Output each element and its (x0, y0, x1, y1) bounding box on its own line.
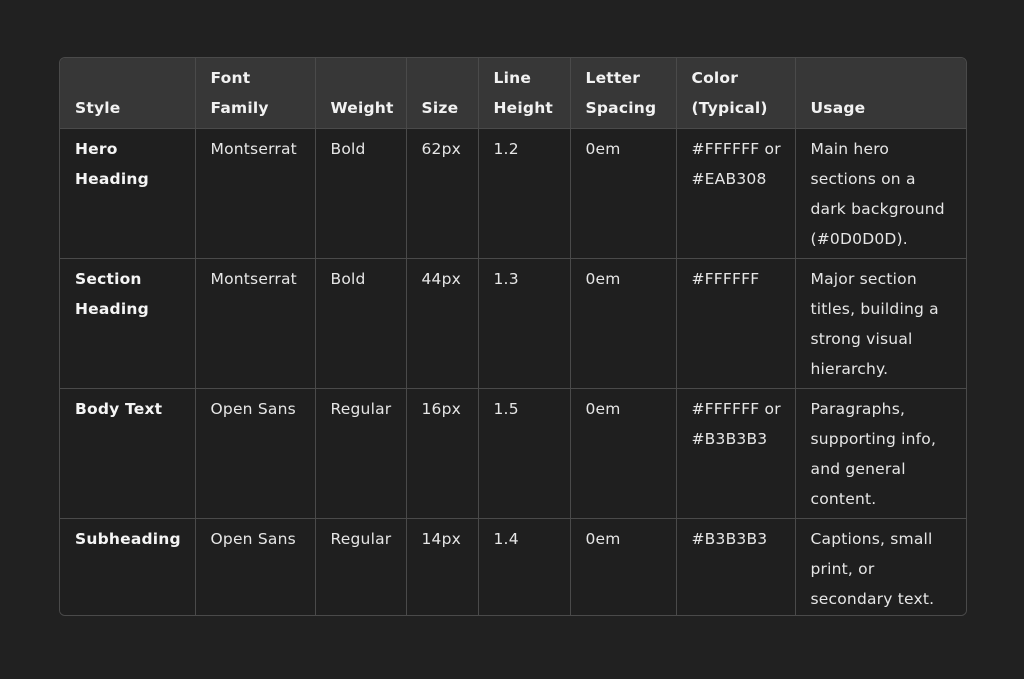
cell-font-family: Open Sans (195, 388, 316, 519)
table-row: Subheading Open Sans Regular 14px 1.4 0e… (60, 518, 966, 615)
table-row: Body Text Open Sans Regular 16px 1.5 0em… (60, 388, 966, 519)
cell-size: 62px (406, 128, 479, 259)
typography-table-container: Style Font Family Weight Size Line Heigh… (59, 57, 967, 616)
cell-line-height: 1.5 (478, 388, 571, 519)
cell-letter-spacing: 0em (570, 128, 677, 259)
cell-font-family: Montserrat (195, 128, 316, 259)
cell-size: 44px (406, 258, 479, 389)
cell-font-family: Montserrat (195, 258, 316, 389)
cell-style: Section Heading (60, 258, 196, 389)
column-header-letter-spacing: Letter Spacing (570, 58, 677, 129)
column-header-size: Size (406, 58, 479, 129)
cell-letter-spacing: 0em (570, 518, 677, 615)
cell-line-height: 1.2 (478, 128, 571, 259)
cell-style: Body Text (60, 388, 196, 519)
header-row: Style Font Family Weight Size Line Heigh… (60, 58, 966, 129)
cell-line-height: 1.4 (478, 518, 571, 615)
table-row: Hero Heading Montserrat Bold 62px 1.2 0e… (60, 128, 966, 259)
column-header-weight: Weight (315, 58, 407, 129)
column-header-style: Style (60, 58, 196, 129)
cell-size: 16px (406, 388, 479, 519)
cell-weight: Bold (315, 128, 407, 259)
cell-color: #B3B3B3 (676, 518, 796, 615)
cell-color: #FFFFFF or #B3B3B3 (676, 388, 796, 519)
column-header-color: Color (Typical) (676, 58, 796, 129)
column-header-line-height: Line Height (478, 58, 571, 129)
cell-color: #FFFFFF or #EAB308 (676, 128, 796, 259)
typography-table: Style Font Family Weight Size Line Heigh… (60, 58, 966, 615)
column-header-usage: Usage (795, 58, 966, 129)
cell-font-family: Open Sans (195, 518, 316, 615)
cell-usage: Major section titles, building a strong … (795, 258, 966, 389)
cell-letter-spacing: 0em (570, 388, 677, 519)
cell-weight: Bold (315, 258, 407, 389)
column-header-font-family: Font Family (195, 58, 316, 129)
cell-style: Hero Heading (60, 128, 196, 259)
cell-letter-spacing: 0em (570, 258, 677, 389)
cell-weight: Regular (315, 388, 407, 519)
table-header: Style Font Family Weight Size Line Heigh… (60, 58, 966, 129)
cell-size: 14px (406, 518, 479, 615)
cell-style: Subheading (60, 518, 196, 615)
cell-line-height: 1.3 (478, 258, 571, 389)
cell-weight: Regular (315, 518, 407, 615)
table-row: Section Heading Montserrat Bold 44px 1.3… (60, 258, 966, 389)
cell-usage: Paragraphs, supporting info, and general… (795, 388, 966, 519)
cell-usage: Captions, small print, or secondary text… (795, 518, 966, 615)
cell-color: #FFFFFF (676, 258, 796, 389)
cell-usage: Main hero sections on a dark background … (795, 128, 966, 259)
table-body: Hero Heading Montserrat Bold 62px 1.2 0e… (60, 128, 966, 615)
